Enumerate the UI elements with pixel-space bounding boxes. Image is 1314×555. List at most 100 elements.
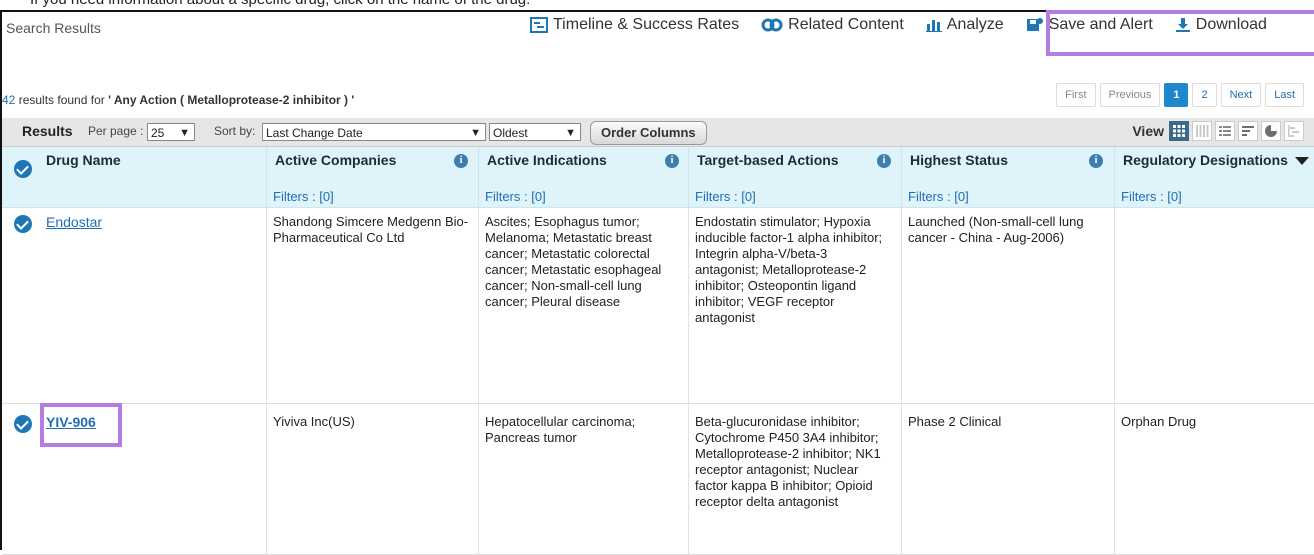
- analyze-label: Analyze: [946, 16, 1004, 33]
- indications-text: Ascites; Esophagus tumor; Melanoma; Meta…: [485, 214, 662, 309]
- list-icon: [1219, 126, 1231, 136]
- column-filters-link[interactable]: Filters : [0]: [695, 189, 756, 204]
- cell-active-companies: Yiviva Inc(US): [267, 404, 479, 554]
- cell-active-indications: Hepatocellular carcinoma; Pancreas tumor: [479, 404, 689, 554]
- bar-chart-icon: [1242, 126, 1254, 136]
- row-select-checkbox[interactable]: [14, 215, 32, 233]
- analyze-button[interactable]: Analyze: [925, 16, 1004, 34]
- info-icon[interactable]: i: [665, 154, 679, 168]
- chevron-down-icon: ▼: [470, 127, 481, 139]
- next-page-button[interactable]: Next: [1220, 83, 1262, 107]
- column-view-button[interactable]: [1192, 121, 1212, 141]
- cell-active-indications: Ascites; Esophagus tumor; Melanoma; Meta…: [479, 208, 689, 403]
- column-filters-link[interactable]: Filters : [0]: [1121, 189, 1182, 204]
- column-filters-link[interactable]: Filters : [0]: [273, 189, 334, 204]
- sort-order-value: Oldest: [493, 126, 528, 140]
- view-label: View: [1132, 123, 1164, 139]
- table-row: Endostar Shandong Simcere Medgenn Bio-Ph…: [2, 208, 1314, 404]
- column-header-label: Active Companies: [275, 152, 397, 168]
- page-2-button[interactable]: 2: [1192, 83, 1217, 107]
- last-page-button[interactable]: Last: [1265, 83, 1304, 107]
- grid-view-icon: [1173, 125, 1185, 137]
- actions-text: Beta-glucuronidase inhibitor; Cytochrome…: [695, 414, 881, 509]
- pagination: First Previous 1 2 Next Last: [1056, 83, 1304, 107]
- status-text: Launched (Non-small-cell lung cancer - C…: [908, 214, 1084, 245]
- cell-highest-status: Phase 2 Clinical: [902, 404, 1115, 554]
- per-page-value: 25: [151, 126, 165, 140]
- timeline-button[interactable]: Timeline & Success Rates: [530, 16, 739, 34]
- info-icon[interactable]: i: [1089, 154, 1103, 168]
- previous-page-button[interactable]: Previous: [1099, 83, 1161, 107]
- pie-view-button[interactable]: [1261, 121, 1281, 141]
- pie-chart-icon: [1265, 125, 1277, 137]
- cell-target-actions: Endostatin stimulator; Hypoxia inducible…: [689, 208, 902, 403]
- related-content-button[interactable]: Related Content: [761, 16, 904, 34]
- cell-target-actions: Beta-glucuronidase inhibitor; Cytochrome…: [689, 404, 902, 554]
- column-target-based-actions[interactable]: Target-based Actions i Filters : [0]: [689, 147, 902, 207]
- column-header-label: Regulatory Designations: [1123, 152, 1288, 168]
- status-text: Phase 2 Clinical: [908, 414, 1002, 429]
- column-filters-link[interactable]: Filters : [0]: [908, 189, 969, 204]
- sort-by-label: Sort by:: [214, 124, 256, 138]
- column-active-companies[interactable]: Active Companies i Filters : [0]: [267, 147, 479, 207]
- sort-by-select[interactable]: Last Change Date ▼: [262, 123, 486, 141]
- select-all-checkbox[interactable]: [14, 160, 32, 178]
- per-page-select[interactable]: 25 ▼: [147, 123, 195, 141]
- cell-active-companies: Shandong Simcere Medgenn Bio-Pharmaceuti…: [267, 208, 479, 403]
- results-query: ' Any Action ( Metalloprotease-2 inhibit…: [108, 93, 355, 107]
- row-select-checkbox[interactable]: [14, 415, 32, 433]
- column-filters-link[interactable]: Filters : [0]: [485, 189, 546, 204]
- column-header-label: Active Indications: [487, 152, 607, 168]
- drug-name-link[interactable]: Endostar: [46, 214, 258, 230]
- column-active-indications[interactable]: Active Indications i Filters : [0]: [479, 147, 689, 207]
- order-columns-button[interactable]: Order Columns: [590, 121, 707, 145]
- designations-text: Orphan Drug: [1121, 414, 1197, 429]
- page-title: Search Results: [6, 20, 101, 36]
- sort-by-value: Last Change Date: [266, 126, 363, 140]
- actions-highlight-box: [1046, 10, 1314, 56]
- results-summary: 42 results found for ' Any Action ( Meta…: [2, 93, 354, 107]
- info-icon[interactable]: i: [454, 154, 468, 168]
- instruction-strip: If you need information about a specific…: [0, 0, 1314, 10]
- first-page-button[interactable]: First: [1056, 83, 1096, 107]
- save-alert-icon: [1026, 18, 1043, 31]
- column-header-label: Drug Name: [46, 152, 121, 168]
- grid-view-button[interactable]: [1169, 121, 1189, 141]
- cell-drug-name: Endostar: [2, 208, 267, 403]
- analyze-chart-icon: [925, 20, 942, 32]
- view-switcher: View: [1132, 121, 1304, 141]
- bar-view-button[interactable]: [1238, 121, 1258, 141]
- column-menu-caret-icon[interactable]: [1295, 157, 1309, 165]
- table-header: Drug Name Active Companies i Filters : […: [2, 147, 1314, 208]
- results-toolbar: Results Per page : 25 ▼ Sort by: Last Cha…: [2, 118, 1314, 147]
- timeline-view-icon: [1288, 125, 1299, 137]
- column-header-label: Highest Status: [910, 152, 1009, 168]
- column-highest-status[interactable]: Highest Status i Filters : [0]: [902, 147, 1115, 207]
- column-drug-name[interactable]: Drug Name: [2, 147, 267, 207]
- results-summary-text: results found for: [15, 93, 109, 107]
- list-view-button[interactable]: [1215, 121, 1235, 141]
- chevron-down-icon: ▼: [179, 127, 190, 139]
- table-row: YIV-906 Yiviva Inc(US) Hepatocellular ca…: [2, 404, 1314, 555]
- per-page-label: Per page :: [88, 124, 144, 138]
- columns-icon: [1196, 125, 1209, 137]
- sort-order-select[interactable]: Oldest ▼: [489, 123, 581, 141]
- results-label: Results: [22, 123, 73, 139]
- page-1-button[interactable]: 1: [1164, 83, 1189, 107]
- instruction-text: If you need information about a specific…: [30, 0, 530, 8]
- companies-text: Yiviva Inc(US): [273, 414, 355, 429]
- results-count: 42: [2, 93, 16, 107]
- related-content-icon: [761, 18, 783, 32]
- info-icon[interactable]: i: [877, 154, 891, 168]
- cell-regulatory-designations: [1115, 208, 1314, 403]
- timeline-view-button[interactable]: [1284, 121, 1304, 141]
- column-header-label: Target-based Actions: [697, 152, 839, 168]
- drug-highlight-box: [40, 403, 122, 447]
- related-content-label: Related Content: [788, 16, 904, 33]
- timeline-label: Timeline & Success Rates: [553, 16, 740, 33]
- cell-highest-status: Launched (Non-small-cell lung cancer - C…: [902, 208, 1115, 403]
- column-regulatory-designations[interactable]: Regulatory Designations Filters : [0]: [1115, 147, 1314, 207]
- chevron-down-icon: ▼: [565, 127, 576, 139]
- actions-text: Endostatin stimulator; Hypoxia inducible…: [695, 214, 883, 325]
- timeline-icon: [530, 17, 548, 33]
